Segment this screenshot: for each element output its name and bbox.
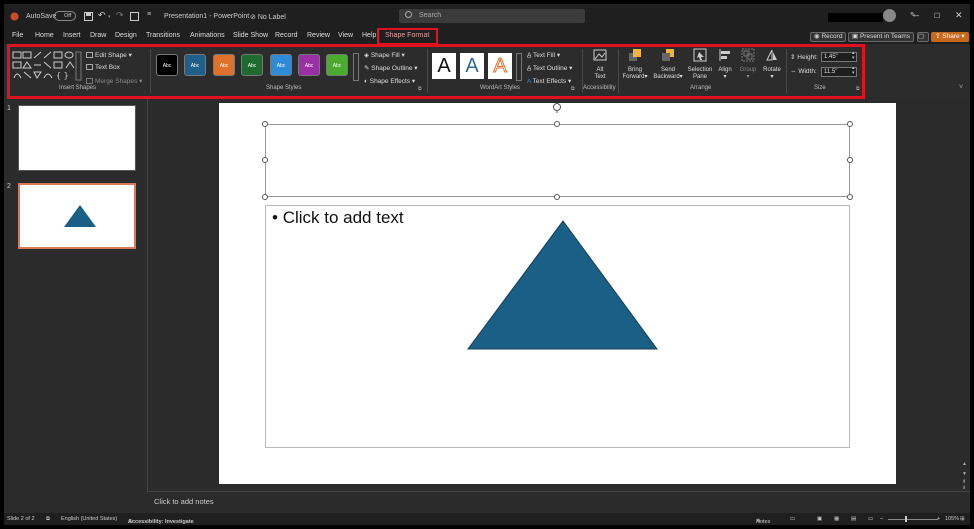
label-status: No Label xyxy=(257,14,286,21)
minimize-button[interactable]: – xyxy=(914,10,919,20)
tab-design[interactable]: Design xyxy=(115,32,137,39)
tab-transitions[interactable]: Transitions xyxy=(146,32,180,39)
search-icon xyxy=(405,11,412,18)
undo-dropdown-icon[interactable]: ▾ xyxy=(108,14,111,20)
vertical-scrollbar[interactable]: ▲ ▼ ⇞ ⇟ xyxy=(961,99,970,491)
spellcheck-icon[interactable]: ⧉ xyxy=(46,516,50,523)
slide-sorter-icon[interactable]: ▦ xyxy=(834,516,839,522)
accessibility-label: Accessibility: Investigate xyxy=(128,519,194,525)
share-label: Share xyxy=(942,33,960,40)
tab-file[interactable]: File xyxy=(12,32,23,39)
triangle-shape[interactable] xyxy=(464,218,659,353)
search-input[interactable]: Search xyxy=(399,9,585,23)
notes-label: Notes xyxy=(756,519,771,525)
tab-home[interactable]: Home xyxy=(35,32,54,39)
normal-view-icon[interactable]: ▣ xyxy=(817,516,822,522)
zoom-out-icon[interactable]: – xyxy=(880,516,883,522)
slide-counter[interactable]: Slide 2 of 2 xyxy=(7,516,35,522)
scroll-down-icon[interactable]: ▼ xyxy=(962,471,967,477)
tab-animations[interactable]: Animations xyxy=(190,32,225,39)
slide-canvas[interactable]: • Click to add text xyxy=(219,103,896,484)
thumbnail-number: 2 xyxy=(7,183,11,190)
tag-icon: ⊘ xyxy=(250,14,258,21)
resize-handle[interactable] xyxy=(554,194,560,200)
rotate-handle-icon[interactable] xyxy=(552,103,564,113)
notes-pane[interactable]: Click to add notes xyxy=(147,491,970,513)
autosave-state: Off xyxy=(64,13,72,19)
placeholder-text[interactable]: • Click to add text xyxy=(272,208,404,228)
comment-icon: ▢ xyxy=(918,33,925,40)
account-name-redacted[interactable] xyxy=(828,13,883,22)
sensitivity-label[interactable]: ⊘ No Label xyxy=(250,13,286,21)
tab-review[interactable]: Review xyxy=(307,32,330,39)
fit-to-window-icon[interactable]: ⊞ xyxy=(960,516,965,522)
tab-insert[interactable]: Insert xyxy=(63,32,81,39)
resize-handle[interactable] xyxy=(262,194,268,200)
present-label: Present in Teams xyxy=(859,33,911,40)
teams-icon: ▣ xyxy=(852,33,860,40)
language-indicator[interactable]: English (United States) xyxy=(61,516,117,522)
record-label: Record xyxy=(821,33,843,40)
autosave-toggle[interactable]: Off xyxy=(54,11,76,21)
zoom-slider[interactable] xyxy=(888,519,938,520)
resize-handle[interactable] xyxy=(262,157,268,163)
display-settings-icon[interactable]: ▭ xyxy=(790,516,795,522)
resize-handle[interactable] xyxy=(262,121,268,127)
avatar[interactable] xyxy=(883,9,896,22)
resize-handle[interactable] xyxy=(847,194,853,200)
thumbnail-triangle xyxy=(64,205,96,227)
search-placeholder: Search xyxy=(419,12,442,19)
status-bar: Slide 2 of 2 ⧉ English (United States) ⚇… xyxy=(4,513,970,525)
resize-handle[interactable] xyxy=(847,121,853,127)
tab-help[interactable]: Help xyxy=(362,32,376,39)
zoom-level[interactable]: 105% xyxy=(945,516,959,522)
notes-placeholder: Click to add notes xyxy=(154,497,214,506)
collapse-ribbon-icon[interactable]: ˅ xyxy=(959,84,963,91)
scroll-up-icon[interactable]: ▲ xyxy=(962,461,967,467)
powerpoint-logo-icon xyxy=(10,12,19,21)
present-in-teams-button[interactable]: ▣ Present in Teams xyxy=(848,32,915,42)
comments-button[interactable]: ▢ xyxy=(917,32,929,42)
autosave-label: AutoSave xyxy=(26,13,57,20)
zoom-in-icon[interactable]: + xyxy=(937,516,940,522)
close-icon[interactable]: ✕ xyxy=(955,10,963,21)
resize-handle[interactable] xyxy=(554,121,560,127)
reading-view-icon[interactable]: ▤ xyxy=(851,516,856,522)
title-bar: AutoSave Off ↶ ▾ ↷ ≡ Presentation1 - Pow… xyxy=(4,4,970,30)
ribbon-highlight xyxy=(7,44,865,99)
tab-slide-show[interactable]: Slide Show xyxy=(233,32,268,39)
slide-thumbnails-pane: 1 2 xyxy=(4,99,147,511)
slideshow-view-icon[interactable]: ▭ xyxy=(868,516,873,522)
zoom-slider-thumb[interactable] xyxy=(905,516,907,522)
shape-format-highlight xyxy=(377,28,438,45)
bullet: • xyxy=(272,208,278,227)
maximize-icon[interactable]: ☐ xyxy=(934,12,940,20)
slideshow-start-icon[interactable] xyxy=(130,12,139,21)
slide-thumbnail-1[interactable] xyxy=(18,105,136,171)
record-button[interactable]: ◉ Record xyxy=(810,32,847,42)
redo-icon[interactable]: ↷ xyxy=(116,10,124,21)
share-button[interactable]: ⇪ Share ▾ xyxy=(931,32,969,42)
tab-record[interactable]: Record xyxy=(275,32,298,39)
undo-icon[interactable]: ↶ xyxy=(98,10,106,21)
powerpoint-window: AutoSave Off ↶ ▾ ↷ ≡ Presentation1 - Pow… xyxy=(4,4,970,525)
tab-draw[interactable]: Draw xyxy=(90,32,106,39)
customize-toolbar-icon[interactable]: ≡ xyxy=(147,11,151,18)
save-icon[interactable] xyxy=(84,12,93,21)
share-dropdown-icon: ▾ xyxy=(959,33,965,40)
tab-view[interactable]: View xyxy=(338,32,353,39)
pane-divider[interactable] xyxy=(147,99,148,511)
title-placeholder[interactable] xyxy=(265,124,850,197)
thumbnail-number: 1 xyxy=(7,105,11,112)
body-placeholder-text: Click to add text xyxy=(282,208,404,227)
slide-thumbnail-2[interactable] xyxy=(18,183,136,249)
document-title: Presentation1 - PowerPoint xyxy=(164,13,250,20)
resize-handle[interactable] xyxy=(847,157,853,163)
